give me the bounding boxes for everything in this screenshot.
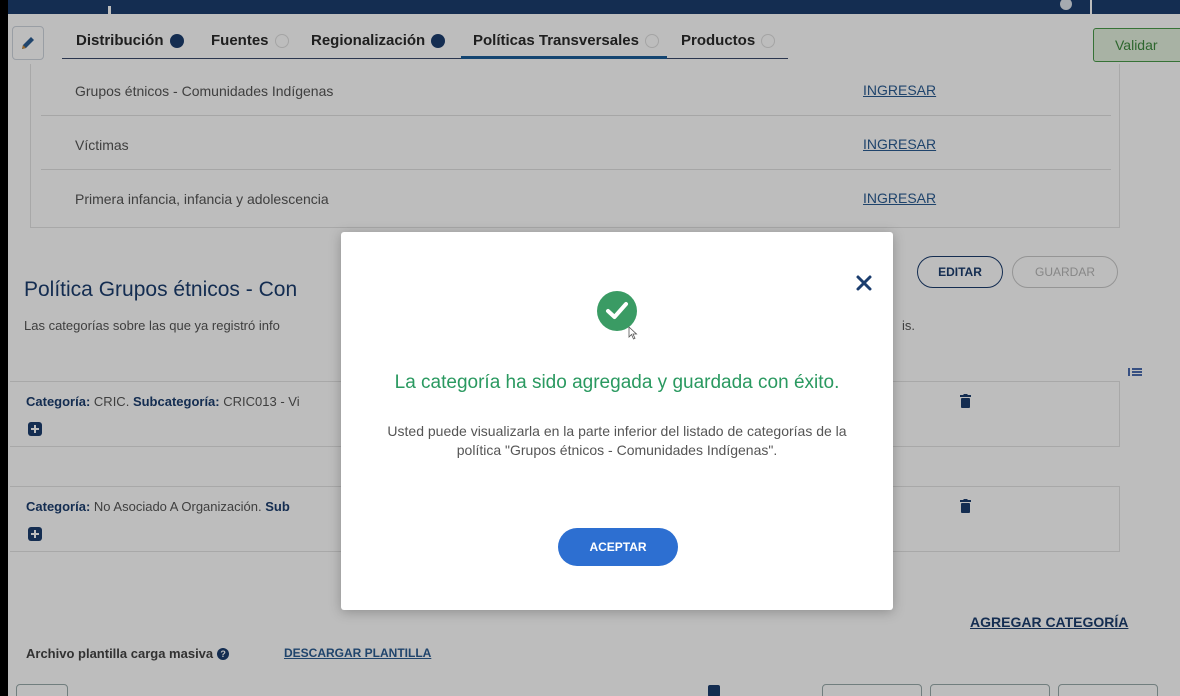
aceptar-button[interactable]: ACEPTAR	[558, 528, 678, 566]
success-dialog: La categoría ha sido agregada y guardada…	[341, 232, 893, 610]
mouse-cursor-icon	[628, 326, 638, 340]
dialog-message: Usted puede visualizarla en la parte inf…	[387, 423, 847, 458]
app-frame: Distribución Fuentes Regionalización Pol…	[8, 0, 1180, 696]
check-circle-icon	[597, 291, 637, 331]
dialog-title: La categoría ha sido agregada y guardada…	[394, 372, 840, 393]
close-icon[interactable]	[853, 272, 875, 294]
